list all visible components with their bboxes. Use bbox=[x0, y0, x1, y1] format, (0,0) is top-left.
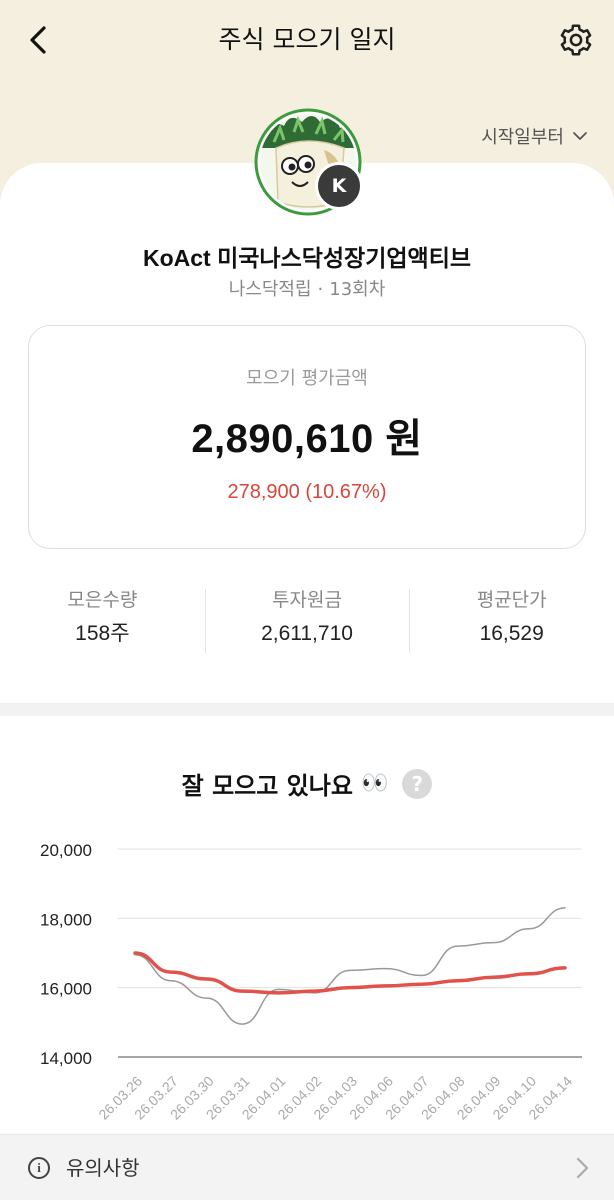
fund-subtitle: 나스닥적립 · 13회차 bbox=[0, 276, 614, 304]
y-tick-label: 16,000 bbox=[40, 980, 92, 999]
chevron-down-icon bbox=[573, 132, 587, 140]
notice-label: 유의사항 bbox=[66, 1156, 140, 1180]
price-line-chart: 20,00018,00016,00014,00026.03.2626.03.27… bbox=[40, 841, 582, 1123]
settings-button[interactable] bbox=[554, 18, 598, 62]
stat-label: 투자원금 bbox=[272, 589, 342, 611]
y-tick-label: 20,000 bbox=[40, 841, 92, 860]
chart-card: 잘 모으고 있나요 👀 ? 20,000 18,000 16,000 14,000 26… bbox=[0, 716, 614, 1134]
valuation-box: 모으기 평가금액 2,890,610 원 278,900 (10.67%) bbox=[28, 325, 586, 549]
start-date-filter-label: 시작일부터 bbox=[481, 127, 564, 148]
page-title: 주식 모으기 일지 bbox=[218, 25, 396, 54]
y-tick-label: 14,000 bbox=[40, 1049, 92, 1068]
price-series-line bbox=[134, 907, 566, 1025]
info-icon: i bbox=[28, 1157, 50, 1179]
valuation-change: 278,900 (10.67%) bbox=[227, 481, 387, 503]
valuation-label: 모으기 평가금액 bbox=[246, 368, 368, 389]
stats-row: 모은수량 158주 투자원금 2,611,710 평균단가 16,529 bbox=[0, 585, 614, 655]
user-initial-badge: K bbox=[315, 162, 363, 210]
fund-name: KoAct 미국나스닥성장기업액티브 bbox=[142, 245, 472, 271]
valuation-amount: 2,890,610 원 bbox=[191, 417, 423, 461]
stat-value: 2,611,710 bbox=[261, 622, 353, 645]
stat-principal: 투자원금 2,611,710 bbox=[204, 585, 410, 655]
fund-category: 나스닥적립 bbox=[228, 279, 312, 300]
stat-label: 평균단가 bbox=[476, 589, 547, 611]
notice-bar[interactable]: i 유의사항 bbox=[0, 1134, 614, 1200]
stat-value: 158주 bbox=[75, 622, 130, 645]
stat-value: 16,529 bbox=[479, 622, 544, 645]
average-price-series-line bbox=[133, 951, 567, 995]
top-app-bar: 주식 모으기 일지 bbox=[0, 0, 614, 78]
stat-label: 모은수량 bbox=[67, 589, 138, 611]
chevron-right-icon bbox=[576, 1157, 589, 1179]
stat-quantity: 모은수량 158주 bbox=[0, 585, 205, 655]
y-tick-label: 18,000 bbox=[40, 910, 92, 929]
fund-subtitle-separator: · bbox=[317, 279, 324, 300]
start-date-filter[interactable]: 시작일부터 bbox=[458, 118, 588, 154]
gear-icon bbox=[560, 24, 592, 56]
stat-average-price: 평균단가 16,529 bbox=[409, 585, 614, 655]
fund-round: 13회차 bbox=[329, 279, 386, 300]
